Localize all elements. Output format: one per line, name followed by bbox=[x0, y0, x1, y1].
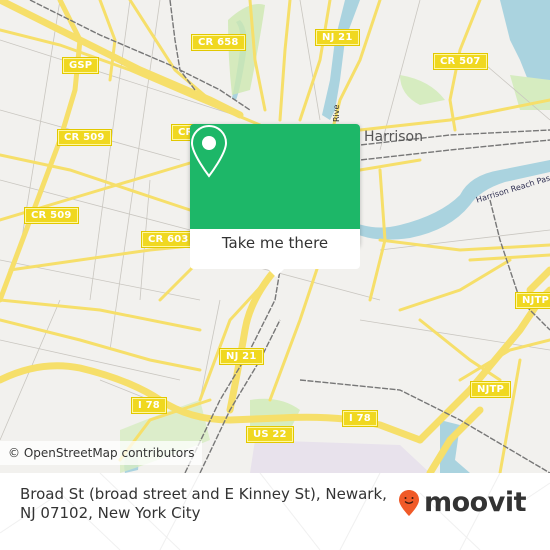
park bbox=[400, 75, 445, 105]
popup-header bbox=[190, 124, 360, 229]
airport-area bbox=[250, 440, 430, 473]
road-shield-nj-21: NJ 21 bbox=[315, 29, 360, 46]
road-shield-cr-507: CR 507 bbox=[433, 53, 488, 70]
location-pin-icon bbox=[190, 124, 228, 178]
address-text: Broad St (broad street and E Kinney St),… bbox=[20, 485, 387, 522]
road-shield-us-22: US 22 bbox=[246, 426, 294, 443]
footer: Broad St (broad street and E Kinney St),… bbox=[0, 473, 550, 550]
water-harrison-reach bbox=[330, 160, 550, 240]
map-attribution[interactable]: © OpenStreetMap contributors bbox=[0, 441, 203, 465]
water-bay bbox=[500, 0, 550, 90]
popup-pointer bbox=[268, 269, 284, 277]
take-me-there-label[interactable]: Take me there bbox=[190, 234, 360, 252]
map-view[interactable]: CR 658 NJ 21 CR 507 GSP CR 509 CR 509 CR… bbox=[0, 0, 550, 473]
road-shield-i-78: I 78 bbox=[131, 397, 167, 414]
road-shield-gsp: GSP bbox=[61, 57, 100, 74]
moovit-logo[interactable]: moovit bbox=[398, 487, 527, 518]
road-shield-njtp: NJTP bbox=[514, 292, 550, 309]
road-shield-cr-658: CR 658 bbox=[191, 34, 246, 51]
water-label-river: Rive bbox=[332, 104, 341, 122]
moovit-pin-icon bbox=[399, 489, 419, 516]
road-shield-njtp: NJTP bbox=[469, 381, 512, 398]
road-shield-i-78: I 78 bbox=[342, 410, 378, 427]
moovit-wordmark: moovit bbox=[424, 487, 527, 518]
road-shield-cr-603: CR 603 bbox=[141, 231, 196, 248]
place-label-harrison: Harrison bbox=[364, 129, 423, 145]
location-popup: Take me there bbox=[190, 124, 360, 277]
road-shield-cr-509: CR 509 bbox=[24, 207, 79, 224]
road-shield-nj-21: NJ 21 bbox=[219, 348, 264, 365]
road-shield-cr-509: CR 509 bbox=[57, 129, 112, 146]
